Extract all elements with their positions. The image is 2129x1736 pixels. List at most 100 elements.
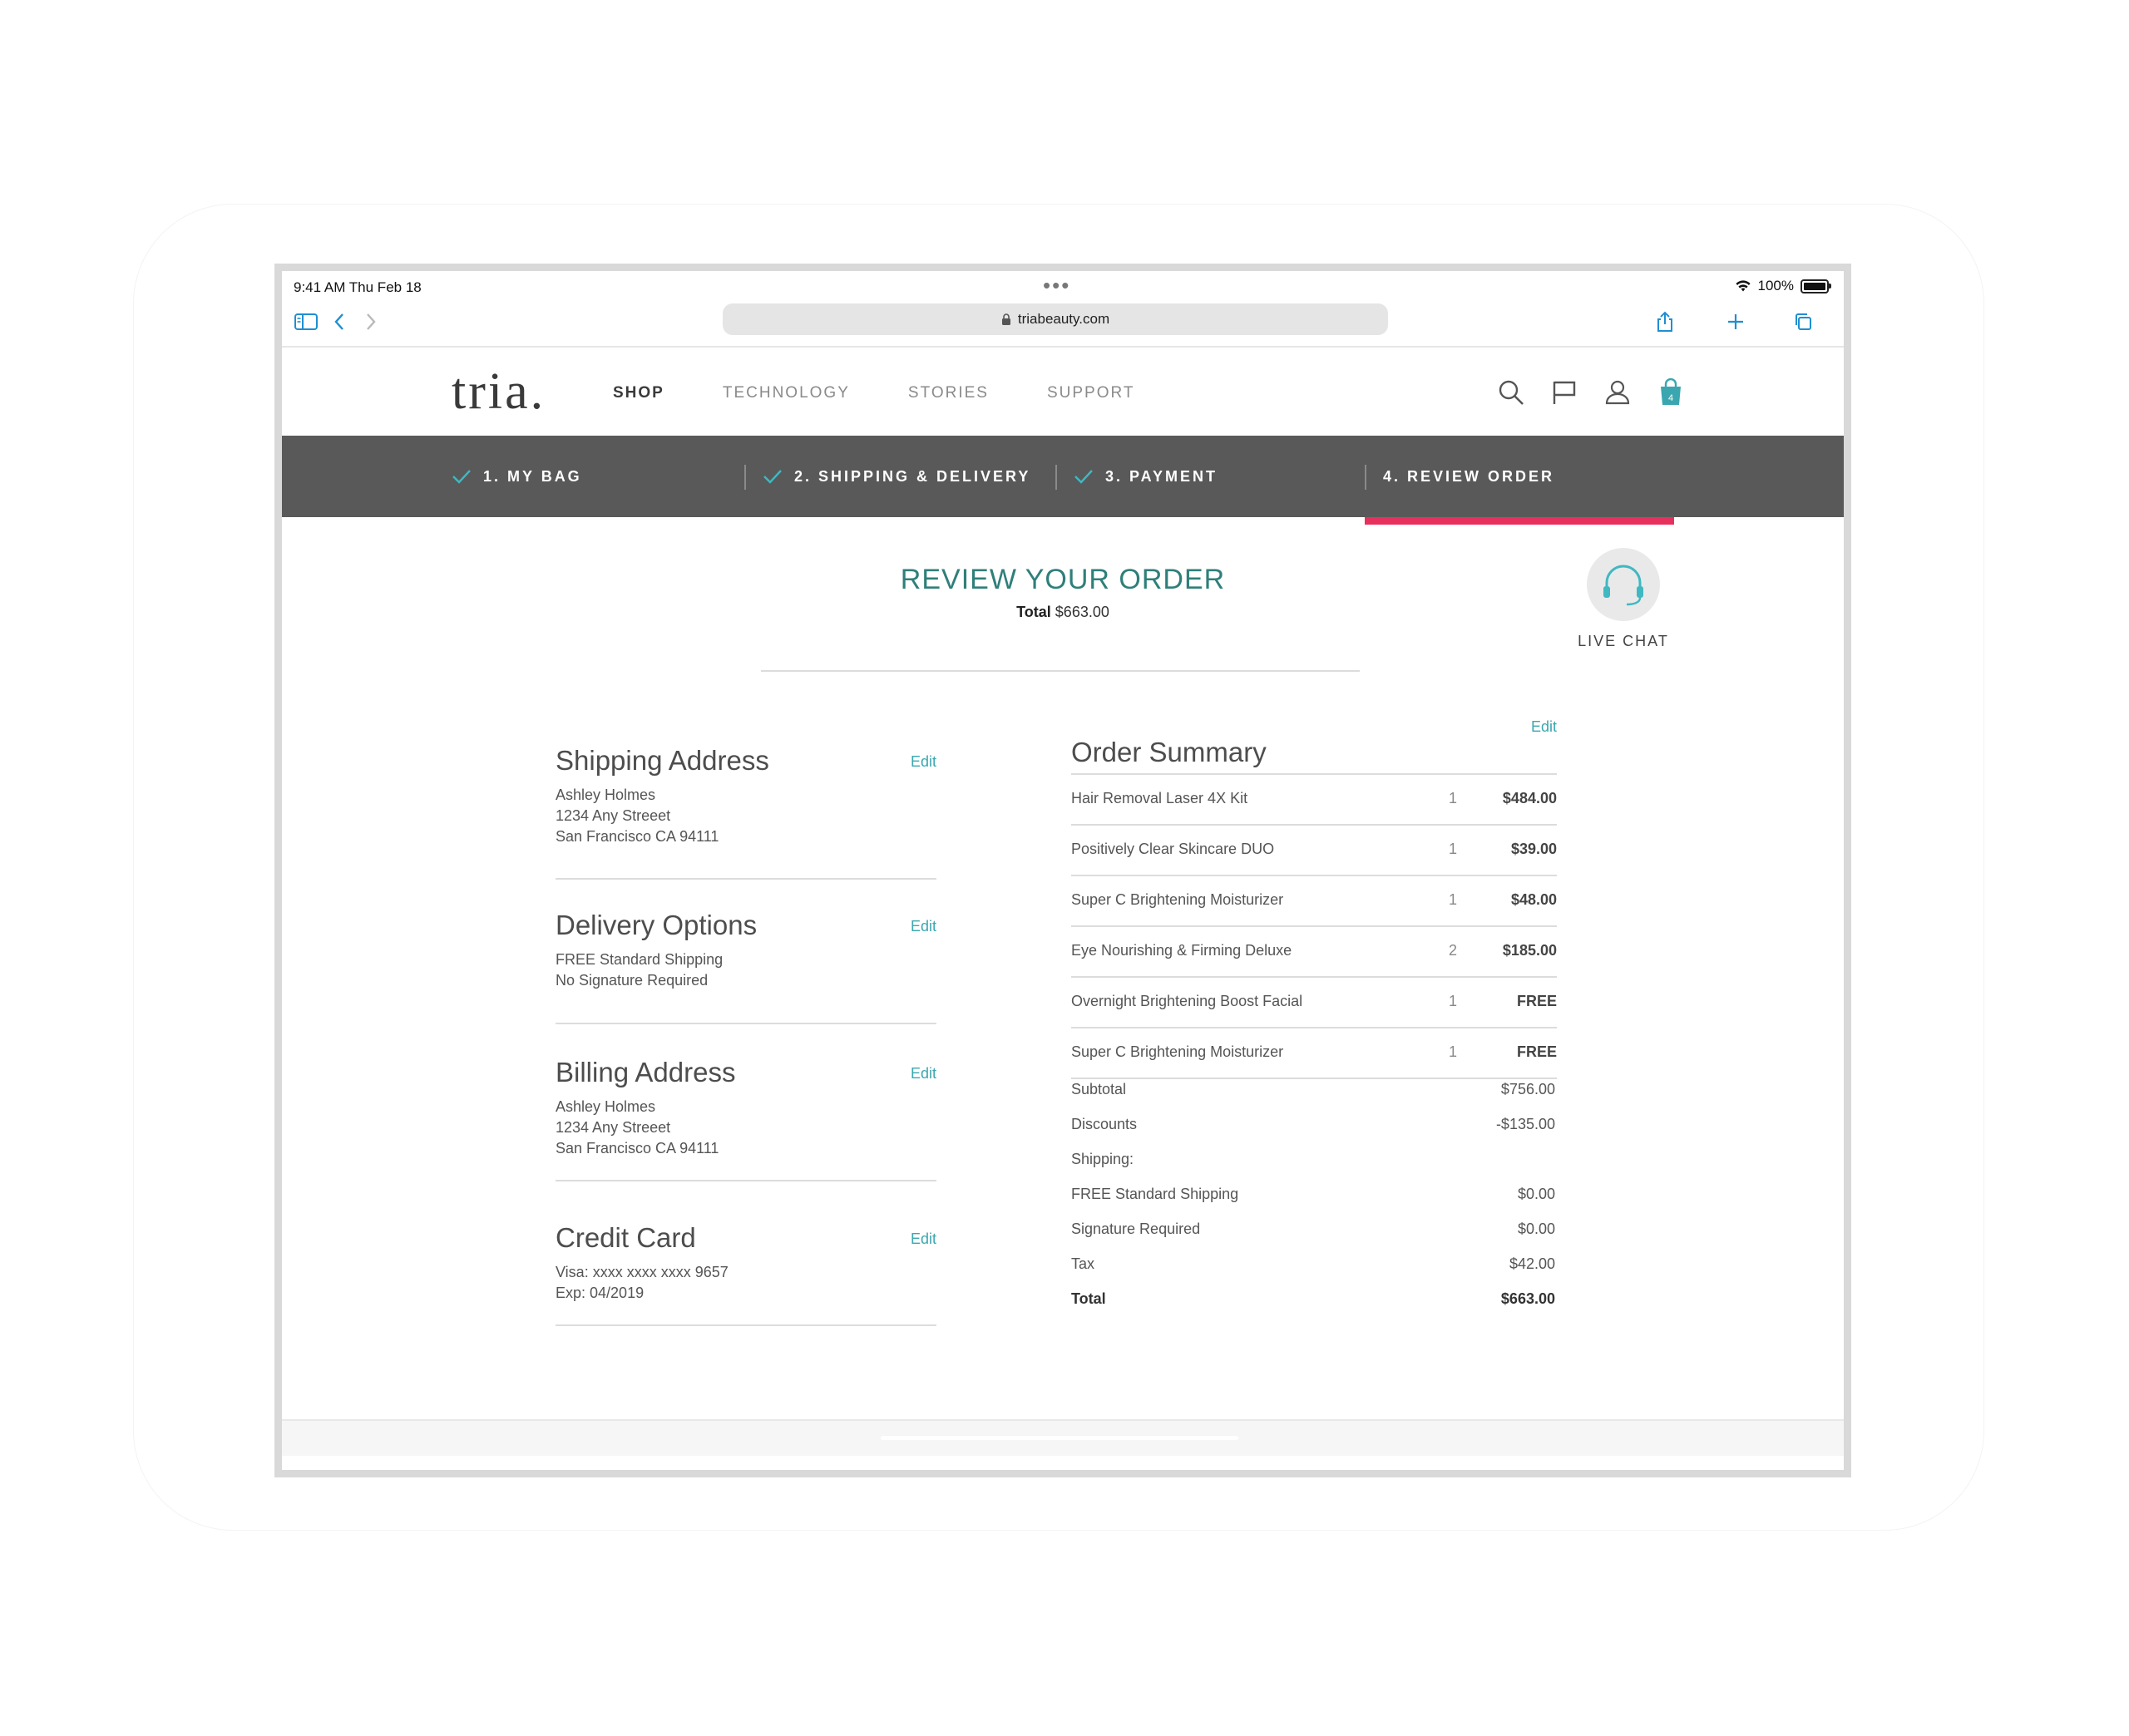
totals-label: Tax [1071,1255,1095,1272]
totals-label: Signature Required [1071,1221,1201,1237]
edit-shipping-link[interactable]: Edit [911,753,936,771]
forward-icon[interactable] [357,308,385,336]
totals-value: $0.00 [1517,1221,1555,1237]
grand-total-row: Total $663.00 [1071,1290,1557,1325]
step-label: 2. SHIPPING & DELIVERY [794,467,1031,485]
address-bar[interactable]: triabeauty.com [723,303,1388,335]
sidebar-toggle-icon[interactable] [292,308,320,336]
back-icon[interactable] [325,308,353,336]
status-right: 100% [1735,278,1831,294]
section-title: Credit Card [556,1222,696,1253]
edit-delivery-link[interactable]: Edit [911,918,936,935]
order-items: Hair Removal Laser 4X Kit 1 $484.00 Posi… [1071,773,1557,1079]
account-icon[interactable] [1603,377,1633,407]
header-icons: 4 [1496,377,1686,407]
step-label: 1. MY BAG [483,467,582,485]
edit-card-link[interactable]: Edit [911,1230,936,1248]
nav-stories[interactable]: STORIES [908,384,989,402]
item-price: FREE [1516,1043,1557,1060]
nav-shop[interactable]: SHOP [613,384,664,402]
step-payment[interactable]: 3. PAYMENT [1055,436,1218,517]
totals-value: $663.00 [1500,1290,1555,1307]
nav-technology[interactable]: TECHNOLOGY [723,384,850,402]
section-divider [556,1023,936,1024]
step-label: 3. PAYMENT [1105,467,1218,485]
share-icon[interactable] [1651,308,1679,336]
item-price: $39.00 [1510,841,1557,857]
section-divider [556,1180,936,1181]
item-price: $484.00 [1502,790,1557,806]
step-shipping-delivery[interactable]: 2. SHIPPING & DELIVERY [744,436,1031,517]
status-bar: 9:41 AM Thu Feb 18 ••• 100% [282,271,1844,299]
section-divider [556,1324,936,1326]
main-nav: SHOP TECHNOLOGY STORIES SUPPORT [613,384,1134,402]
multitask-dots[interactable]: ••• [1043,273,1070,298]
home-indicator[interactable] [881,1436,1238,1440]
check-icon [763,470,782,484]
card-expiry: Exp: 04/2019 [556,1285,645,1301]
section-lines: Ashley Holmes 1234 Any Streeet San Franc… [556,785,936,847]
order-summary-title: Order Summary [1071,737,1267,767]
address-street: 1234 Any Streeet [556,807,671,824]
step-divider [744,465,746,490]
section-lines: Ashley Holmes 1234 Any Streeet San Franc… [556,1097,936,1159]
step-my-bag[interactable]: 1. MY BAG [452,436,582,517]
wifi-icon [1735,280,1751,292]
item-name: Super C Brightening Moisturizer [1071,891,1284,908]
lock-icon [1001,313,1010,325]
flag-icon[interactable] [1549,377,1579,407]
totals-label: FREE Standard Shipping [1071,1186,1239,1202]
item-name: Hair Removal Laser 4X Kit [1071,790,1248,806]
order-item: Hair Removal Laser 4X Kit 1 $484.00 [1071,775,1557,826]
new-tab-icon[interactable] [1721,308,1750,336]
item-price: $185.00 [1502,942,1557,959]
search-icon[interactable] [1496,377,1526,407]
cart-count: 4 [1668,393,1673,403]
discounts-row: Discounts -$135.00 [1071,1116,1557,1151]
edit-order-link[interactable]: Edit [1531,718,1557,736]
delivery-signature: No Signature Required [556,972,709,989]
address-city: San Francisco CA 94111 [556,1140,719,1157]
address-city: San Francisco CA 94111 [556,828,719,845]
shipping-address-section: Shipping Address Edit Ashley Holmes 1234… [556,745,936,880]
credit-card-section: Credit Card Edit Visa: xxxx xxxx xxxx 96… [556,1222,936,1326]
edit-billing-link[interactable]: Edit [911,1065,936,1083]
title-divider [761,670,1360,672]
item-price: FREE [1516,993,1557,1009]
checkout-steps: 1. MY BAG 2. SHIPPING & DELIVERY 3. PAYM… [282,436,1844,517]
site-header: tria. SHOP TECHNOLOGY STORIES SUPPORT 4 [282,348,1844,436]
tria-logo[interactable]: tria. [452,362,546,422]
section-divider [556,878,936,880]
totals-value: $42.00 [1509,1255,1555,1272]
browser-bottom-bar [282,1419,1844,1456]
browser-screen: 9:41 AM Thu Feb 18 ••• 100% triabeauty.c… [274,264,1851,1477]
totals-value: $0.00 [1517,1186,1555,1202]
section-title: Delivery Options [556,910,758,940]
live-chat-button[interactable]: LIVE CHAT [1578,548,1669,650]
totals-label: Total [1071,1290,1106,1307]
order-item: Positively Clear Skincare DUO 1 $39.00 [1071,826,1557,876]
order-totals: Subtotal $756.00 Discounts -$135.00 Ship… [1071,1081,1557,1325]
step-divider [1055,465,1057,490]
item-qty: 1 [1449,993,1458,1009]
total-value: $663.00 [1055,604,1109,620]
address-name: Ashley Holmes [556,1098,656,1115]
shipping-header-row: Shipping: [1071,1151,1557,1186]
delivery-options-section: Delivery Options Edit FREE Standard Ship… [556,910,936,1024]
section-lines: Visa: xxxx xxxx xxxx 9657 Exp: 04/2019 [556,1262,936,1304]
url-text: triabeauty.com [1017,311,1110,327]
section-lines: FREE Standard Shipping No Signature Requ… [556,949,936,991]
card-number: Visa: xxxx xxxx xxxx 9657 [556,1264,729,1280]
tabs-overview-icon[interactable] [1789,308,1817,336]
headset-icon [1603,565,1643,606]
item-qty: 1 [1449,790,1458,806]
shopping-bag-icon[interactable]: 4 [1656,377,1686,407]
nav-support[interactable]: SUPPORT [1047,384,1135,402]
step-review-order[interactable]: 4. REVIEW ORDER [1365,436,1554,517]
address-street: 1234 Any Streeet [556,1119,671,1136]
order-item: Super C Brightening Moisturizer 1 FREE [1071,1028,1557,1079]
chat-avatar [1587,548,1660,621]
tax-row: Tax $42.00 [1071,1255,1557,1290]
totals-value: -$135.00 [1495,1116,1555,1132]
address-name: Ashley Holmes [556,787,656,803]
